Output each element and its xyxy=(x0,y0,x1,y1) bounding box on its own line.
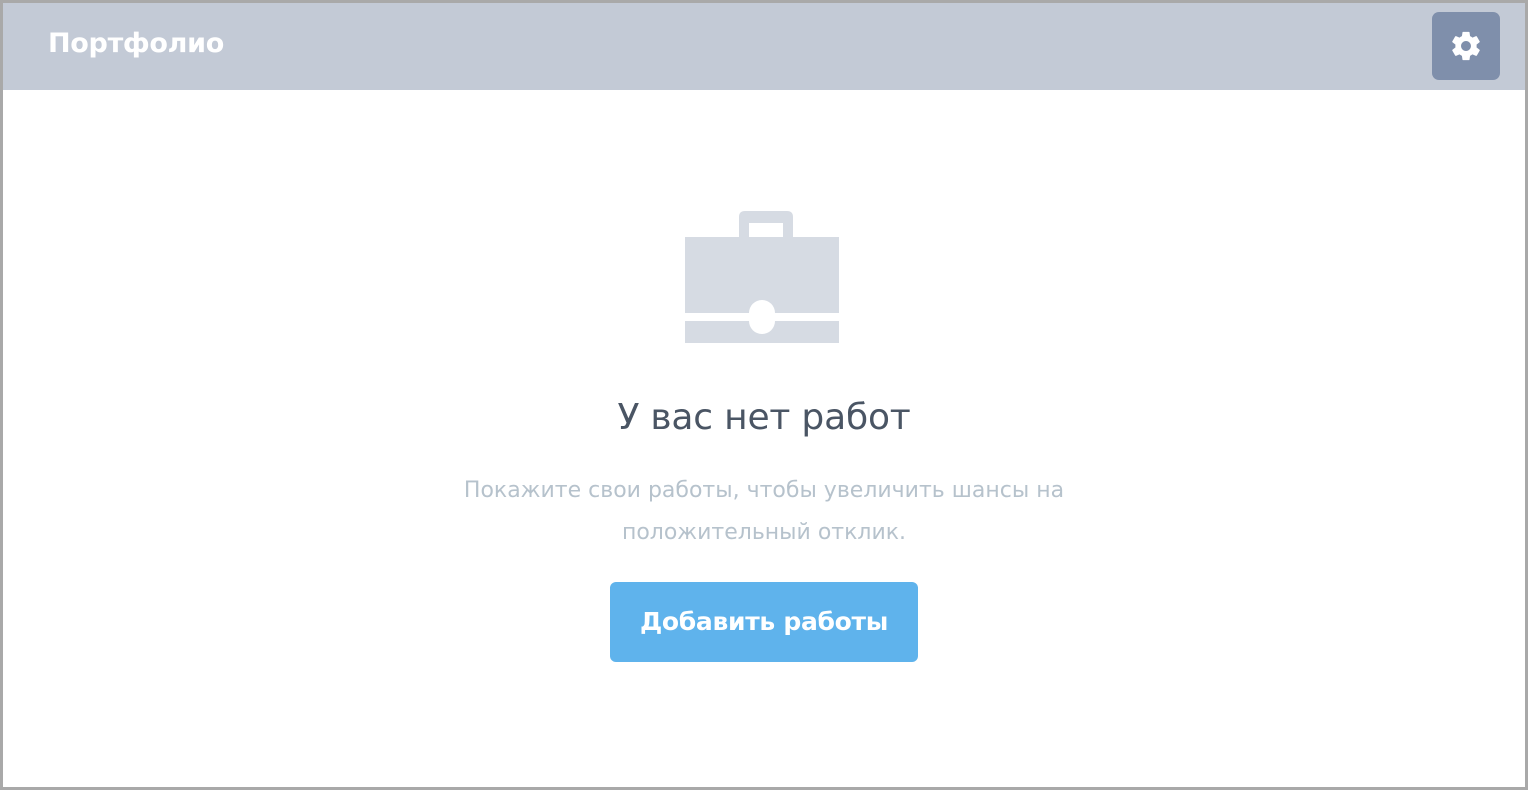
add-works-button[interactable]: Добавить работы xyxy=(610,582,918,662)
panel-title: Портфолио xyxy=(48,28,225,59)
empty-state-description-line-2: положительный отклик. xyxy=(621,520,907,545)
portfolio-panel: Портфолио У вас нет работ Покажите свои … xyxy=(0,0,1528,790)
empty-state-description: Покажите свои работы, чтобы увеличить ша… xyxy=(439,470,1089,554)
empty-state-title: У вас нет работ xyxy=(617,397,911,438)
settings-button[interactable] xyxy=(1432,12,1500,80)
panel-header: Портфолио xyxy=(3,3,1525,90)
empty-state-description-line-1: Покажите свои работы, чтобы увеличить ша… xyxy=(463,478,1065,503)
briefcase-icon xyxy=(683,209,839,347)
gear-icon xyxy=(1449,29,1483,63)
